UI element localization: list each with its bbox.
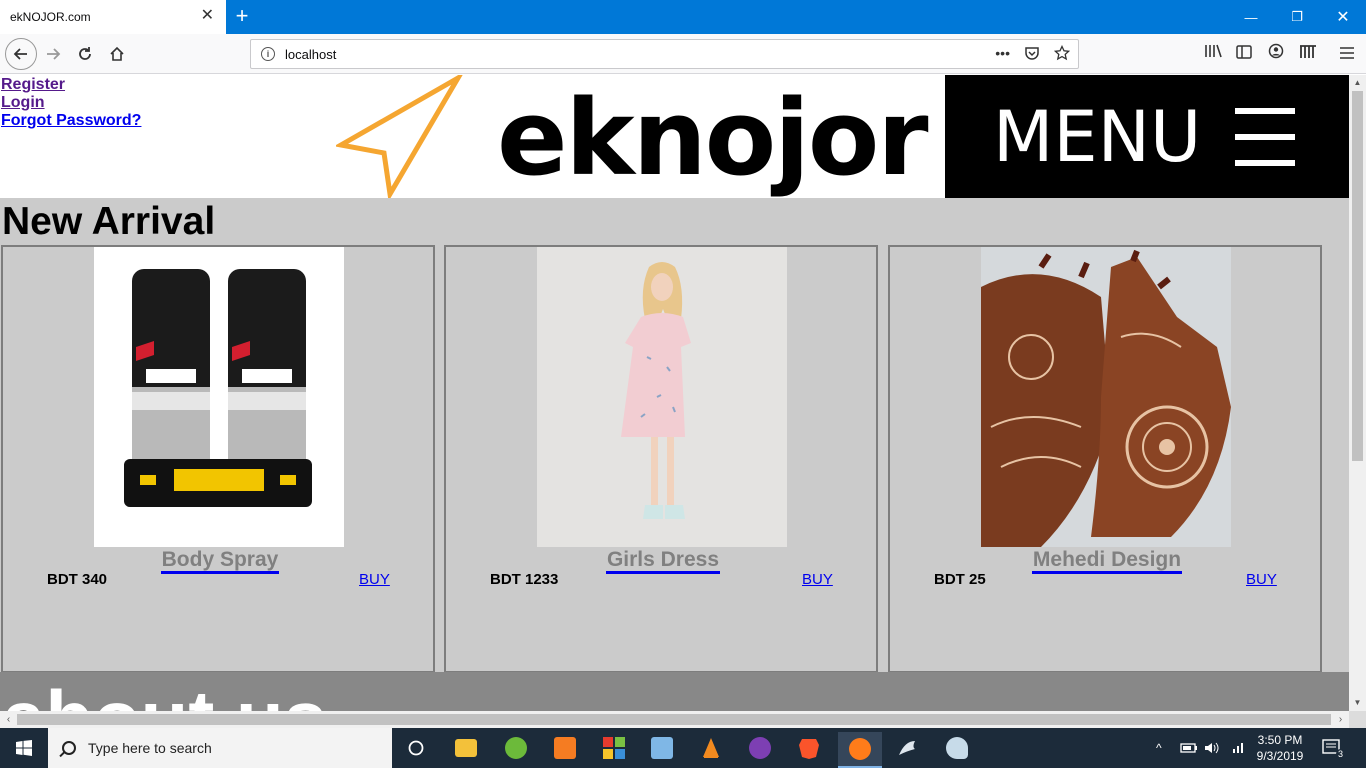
back-arrow-icon <box>13 48 27 60</box>
reload-icon <box>79 47 91 60</box>
system-clock[interactable]: 3:50 PM 9/3/2019 <box>1252 732 1308 764</box>
home-button[interactable] <box>102 39 132 69</box>
battery-icon[interactable] <box>1180 728 1198 768</box>
product-price: BDT 1233 <box>490 571 559 588</box>
menu-button[interactable]: MENU <box>945 75 1349 198</box>
windows-taskbar: Type here to search ^ 3:50 PM 9/3/2019 3 <box>0 728 1366 768</box>
task-view-icon[interactable] <box>400 732 432 764</box>
buy-button[interactable]: BUY <box>1246 571 1277 588</box>
tab-bar: ekNOJOR.com ✕ + — ❐ ✕ <box>0 0 1366 34</box>
menu-label: MENU <box>993 95 1202 178</box>
url-text[interactable]: localhost <box>285 47 336 62</box>
home-icon <box>110 46 124 61</box>
virtualbox-icon[interactable] <box>646 732 678 764</box>
hamburger-icon <box>1235 107 1296 166</box>
about-title: about us <box>2 678 327 711</box>
sidebar-icon[interactable] <box>1233 43 1255 65</box>
start-button[interactable] <box>0 728 48 768</box>
notification-count: 3 <box>1336 749 1346 759</box>
product-name[interactable]: Mehedi Design <box>890 548 1324 574</box>
product-card: Body Spray BDT 340 BUY <box>1 245 435 673</box>
brave-icon[interactable] <box>793 732 825 764</box>
app-grid-icon[interactable] <box>598 732 630 764</box>
address-bar[interactable]: i localhost ••• <box>250 39 1079 69</box>
vertical-scroll-thumb[interactable] <box>1352 91 1363 461</box>
info-icon[interactable]: i <box>261 47 275 61</box>
section-title: New Arrival <box>2 200 216 243</box>
forward-arrow-icon <box>47 48 61 60</box>
page-actions-icon[interactable]: ••• <box>995 45 1010 61</box>
scroll-down-icon[interactable]: ▼ <box>1349 695 1366 711</box>
new-arrival-section: New Arrival Body Spray BDT 340 BUY Girls… <box>0 198 1349 676</box>
search-icon <box>62 741 76 755</box>
vlc-icon[interactable] <box>695 732 727 764</box>
close-tab-icon[interactable]: ✕ <box>201 8 214 24</box>
horizontal-scrollbar[interactable]: ‹ › <box>0 711 1349 728</box>
firefox-icon[interactable] <box>838 732 882 768</box>
scrollbar-corner <box>1349 711 1366 728</box>
buy-button[interactable]: BUY <box>359 571 390 588</box>
clock-date: 9/3/2019 <box>1256 749 1304 763</box>
windows-logo-icon <box>16 740 32 756</box>
logo-arrow-icon <box>336 75 463 199</box>
scroll-up-icon[interactable]: ▲ <box>1349 75 1366 91</box>
paint-icon[interactable] <box>941 732 973 764</box>
show-hidden-icons[interactable]: ^ <box>1156 728 1162 768</box>
product-price: BDT 340 <box>47 571 108 588</box>
product-image-girls-dress[interactable] <box>537 247 787 547</box>
hamburger-menu-icon[interactable] <box>1336 43 1358 65</box>
about-section: about us <box>0 672 1349 711</box>
network-icon[interactable] <box>1228 728 1244 768</box>
vertical-scrollbar[interactable]: ▲ ▼ <box>1349 75 1366 711</box>
tor-browser-icon[interactable] <box>744 732 776 764</box>
bird-app-icon[interactable] <box>891 732 923 764</box>
file-explorer-icon[interactable] <box>450 732 482 764</box>
product-name[interactable]: Body Spray <box>3 548 437 574</box>
bookmark-star-icon[interactable] <box>1054 45 1070 61</box>
site-logo[interactable]: eknojor <box>497 83 929 193</box>
product-image-mehedi-design[interactable] <box>981 247 1231 547</box>
account-icon[interactable] <box>1265 43 1287 65</box>
register-link[interactable]: Register <box>1 76 141 94</box>
reload-button[interactable] <box>70 39 100 69</box>
product-card: Girls Dress BDT 1233 BUY <box>444 245 878 673</box>
new-tab-button[interactable]: + <box>230 4 254 28</box>
extension-icon[interactable] <box>1297 43 1319 65</box>
window-close-icon[interactable]: ✕ <box>1320 0 1366 34</box>
scroll-left-icon[interactable]: ‹ <box>0 711 17 728</box>
page-viewport: Register Login Forgot Password? eknojor … <box>0 75 1349 711</box>
horizontal-scroll-thumb[interactable] <box>17 714 1331 725</box>
site-header: Register Login Forgot Password? eknojor … <box>0 75 1349 199</box>
taskbar-search[interactable]: Type here to search <box>48 728 392 768</box>
browser-tab[interactable]: ekNOJOR.com ✕ <box>0 0 226 34</box>
utorrent-icon[interactable] <box>500 732 532 764</box>
pocket-icon[interactable] <box>1024 45 1040 61</box>
restore-icon[interactable]: ❐ <box>1274 0 1320 34</box>
product-name[interactable]: Girls Dress <box>446 548 880 574</box>
auth-links: Register Login Forgot Password? <box>1 76 141 130</box>
forgot-password-link[interactable]: Forgot Password? <box>1 112 141 130</box>
login-link[interactable]: Login <box>1 94 141 112</box>
product-card: Mehedi Design BDT 25 BUY <box>888 245 1322 673</box>
buy-button[interactable]: BUY <box>802 571 833 588</box>
xampp-icon[interactable] <box>549 732 581 764</box>
tab-title: ekNOJOR.com <box>10 10 91 24</box>
scroll-right-icon[interactable]: › <box>1332 711 1349 728</box>
product-price: BDT 25 <box>934 571 986 588</box>
library-icon[interactable] <box>1202 43 1224 65</box>
volume-icon[interactable] <box>1204 728 1220 768</box>
forward-button[interactable] <box>38 39 68 69</box>
navigation-toolbar: i localhost ••• <box>0 34 1366 74</box>
product-image-body-spray[interactable] <box>94 247 344 547</box>
action-center-icon[interactable]: 3 <box>1322 728 1346 768</box>
back-button[interactable] <box>5 38 37 70</box>
search-placeholder: Type here to search <box>88 740 212 756</box>
clock-time: 3:50 PM <box>1257 733 1303 747</box>
minimize-icon[interactable]: — <box>1228 0 1274 34</box>
